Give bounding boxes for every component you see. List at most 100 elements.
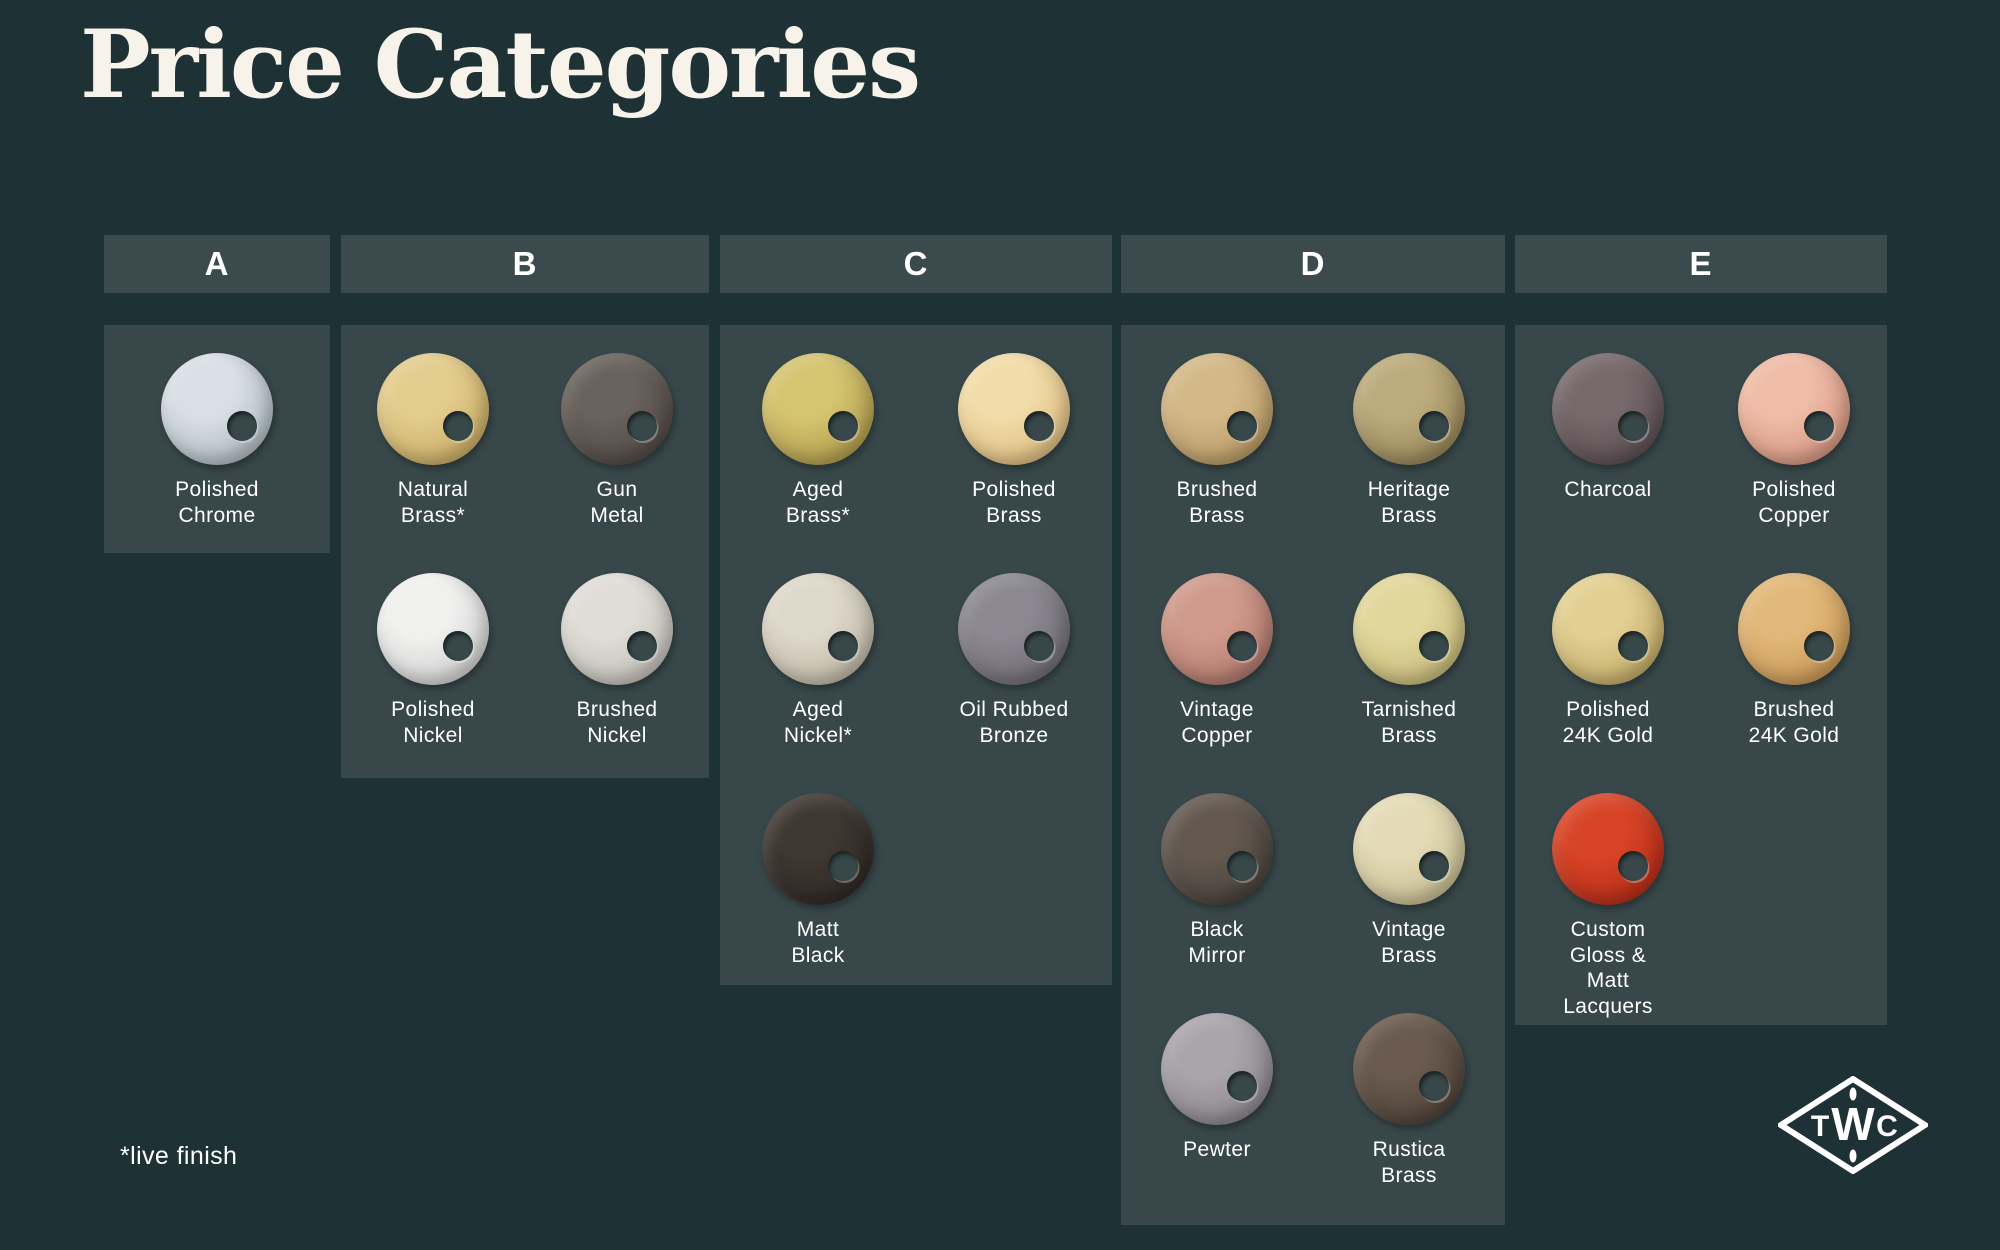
disc-hole	[443, 631, 473, 661]
finish-label: HeritageBrass	[1368, 477, 1451, 528]
finish-label: Oil RubbedBronze	[959, 697, 1068, 748]
finish-disc	[377, 573, 489, 685]
finish-label: VintageBrass	[1372, 917, 1446, 968]
swatch-vintage-copper: VintageCopper	[1121, 557, 1313, 777]
disc-hole	[1024, 411, 1054, 441]
finish-label: BlackMirror	[1188, 917, 1245, 968]
category-letter: A	[205, 245, 230, 283]
finish-disc	[1552, 793, 1664, 905]
disc-hole	[1227, 631, 1257, 661]
category-panel-d: BrushedBrass HeritageBrass VintageCopper Ta…	[1121, 325, 1505, 1225]
disc-hole	[1419, 631, 1449, 661]
page-title: Price Categories	[80, 10, 919, 120]
finish-disc	[1353, 1013, 1465, 1125]
category-letter: D	[1301, 245, 1326, 283]
disc-hole	[828, 411, 858, 441]
disc-hole	[1227, 851, 1257, 881]
category-letter: B	[513, 245, 538, 283]
disc-hole	[1419, 1071, 1449, 1101]
finish-label: Brushed24K Gold	[1749, 697, 1840, 748]
swatch-matt-black: MattBlack	[720, 777, 916, 997]
finish-label: PolishedBrass	[972, 477, 1056, 528]
finish-disc	[1161, 573, 1273, 685]
finish-disc	[377, 353, 489, 465]
swatch-oil-rubbed-bronze: Oil RubbedBronze	[916, 557, 1112, 777]
category-letter: C	[904, 245, 929, 283]
category-panel-c: AgedBrass* PolishedBrass AgedNickel* Oil Ru…	[720, 325, 1112, 985]
swatch-charcoal: Charcoal	[1515, 337, 1701, 557]
logo-letter-c: C	[1876, 1110, 1898, 1143]
category-panel-b: NaturalBrass* GunMetal PolishedNickel Brush…	[341, 325, 709, 778]
logo-letter-t: T	[1811, 1110, 1829, 1143]
finish-disc	[762, 353, 874, 465]
finish-disc	[958, 353, 1070, 465]
finish-label: PolishedNickel	[391, 697, 475, 748]
live-finish-footnote: *live finish	[120, 1142, 237, 1171]
disc-hole	[828, 631, 858, 661]
finish-label: RusticaBrass	[1373, 1137, 1446, 1188]
disc-hole	[627, 411, 657, 441]
swatch-pewter: Pewter	[1121, 997, 1313, 1217]
finish-label: PolishedChrome	[175, 477, 259, 528]
finish-disc	[1161, 353, 1273, 465]
disc-hole	[227, 411, 257, 441]
swatch-brushed-nickel: BrushedNickel	[525, 557, 709, 777]
category-panel-a: PolishedChrome	[104, 325, 330, 553]
swatch-natural-brass: NaturalBrass*	[341, 337, 525, 557]
disc-hole	[1419, 411, 1449, 441]
finish-label: AgedBrass*	[786, 477, 850, 528]
finish-label: VintageCopper	[1180, 697, 1254, 748]
finish-label: NaturalBrass*	[398, 477, 469, 528]
swatch-brushed-brass: BrushedBrass	[1121, 337, 1313, 557]
finish-label: TarnishedBrass	[1362, 697, 1457, 748]
category-header-e: E	[1515, 235, 1887, 293]
logo-dot-top	[1850, 1088, 1857, 1101]
finish-label: Polished24K Gold	[1563, 697, 1654, 748]
finish-disc	[561, 353, 673, 465]
category-header-d: D	[1121, 235, 1505, 293]
finish-label: BrushedBrass	[1176, 477, 1257, 528]
disc-hole	[443, 411, 473, 441]
logo-letter-w: W	[1831, 1098, 1875, 1150]
disc-hole	[1419, 851, 1449, 881]
swatch-polished-nickel: PolishedNickel	[341, 557, 525, 777]
category-header-c: C	[720, 235, 1112, 293]
finish-disc	[762, 793, 874, 905]
finish-label: BrushedNickel	[576, 697, 657, 748]
swatch-aged-brass: AgedBrass*	[720, 337, 916, 557]
finish-disc	[1552, 573, 1664, 685]
finish-label: GunMetal	[590, 477, 643, 528]
finish-label: CustomGloss &MattLacquers	[1563, 917, 1653, 1019]
finish-label: PolishedCopper	[1752, 477, 1836, 528]
disc-hole	[1618, 851, 1648, 881]
swatch-tarnished-brass: TarnishedBrass	[1313, 557, 1505, 777]
disc-hole	[627, 631, 657, 661]
disc-hole	[1804, 411, 1834, 441]
finish-disc	[1738, 353, 1850, 465]
finish-label: Pewter	[1183, 1137, 1251, 1163]
twc-logo: T W C	[1778, 1076, 1928, 1174]
disc-hole	[1227, 1071, 1257, 1101]
finish-label: Charcoal	[1564, 477, 1651, 503]
finish-disc	[1161, 1013, 1273, 1125]
swatch-polished-chrome: PolishedChrome	[104, 337, 330, 557]
swatch-polished-brass: PolishedBrass	[916, 337, 1112, 557]
finish-label: AgedNickel*	[784, 697, 852, 748]
swatch-gun-metal: GunMetal	[525, 337, 709, 557]
finish-disc	[161, 353, 273, 465]
finish-disc	[958, 573, 1070, 685]
disc-hole	[1024, 631, 1054, 661]
category-panel-e: Charcoal PolishedCopper Polished24K Gold Br…	[1515, 325, 1887, 1025]
finish-label: MattBlack	[791, 917, 844, 968]
disc-hole	[828, 851, 858, 881]
swatch-black-mirror: BlackMirror	[1121, 777, 1313, 997]
swatch-brushed-24k-gold: Brushed24K Gold	[1701, 557, 1887, 777]
swatch-aged-nickel: AgedNickel*	[720, 557, 916, 777]
finish-disc	[1353, 793, 1465, 905]
finish-disc	[1552, 353, 1664, 465]
swatch-vintage-brass: VintageBrass	[1313, 777, 1505, 997]
finish-disc	[561, 573, 673, 685]
disc-hole	[1618, 631, 1648, 661]
category-letter: E	[1689, 245, 1712, 283]
disc-hole	[1618, 411, 1648, 441]
